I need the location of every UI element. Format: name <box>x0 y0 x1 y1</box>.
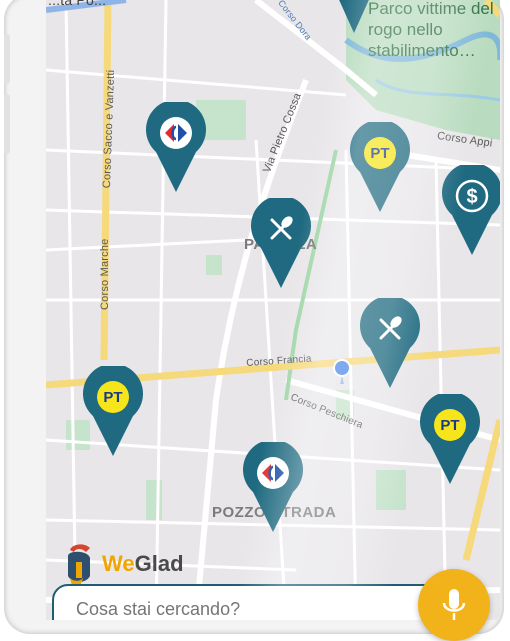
carrefour-icon <box>256 456 290 490</box>
search-bar[interactable] <box>52 584 472 620</box>
dollar-sign: $ <box>466 186 477 208</box>
map-pin-supermarket[interactable] <box>243 442 303 532</box>
brand-name-glad: Glad <box>134 551 184 576</box>
park-area <box>206 255 222 275</box>
pt-icon: PT <box>433 408 467 442</box>
map-pin-partial[interactable] <box>324 0 384 35</box>
street-label: Corso Marche <box>99 238 111 310</box>
app-screen: ...ta Po... Corso Sacco e Vanzetti Corso… <box>46 0 500 620</box>
map-pin-bank[interactable]: $ <box>442 165 500 255</box>
pt-icon: PT <box>363 136 397 170</box>
pt-label: PT <box>364 137 396 169</box>
fork-knife-icon <box>264 212 298 246</box>
phone-frame: ...ta Po... Corso Sacco e Vanzetti Corso… <box>4 0 504 641</box>
brand-name-we: We <box>102 551 135 576</box>
spartan-helmet-icon <box>68 544 90 586</box>
park-area <box>376 470 406 510</box>
park-label: Parco vittime del rogo nello stabiliment… <box>368 0 494 60</box>
map-pin-restaurant[interactable] <box>360 298 420 388</box>
map-pin-post-office[interactable]: PT <box>350 122 410 212</box>
map-pin-post-office[interactable]: PT <box>420 394 480 484</box>
volume-button <box>4 34 10 84</box>
power-button <box>4 94 10 154</box>
fork-knife-icon <box>373 312 407 346</box>
pt-label: PT <box>434 409 466 441</box>
map-pin-restaurant[interactable] <box>251 198 311 288</box>
street-label: ...ta Po... <box>48 0 107 8</box>
carrefour-icon <box>159 116 193 150</box>
search-input[interactable] <box>74 598 378 620</box>
current-location-icon <box>332 358 352 388</box>
pt-icon: PT <box>96 380 130 414</box>
pt-label: PT <box>97 381 129 413</box>
map-pin-supermarket[interactable] <box>146 102 206 192</box>
dollar-icon: $ <box>455 179 489 213</box>
microphone-icon <box>442 589 466 620</box>
mic-button[interactable] <box>418 569 490 641</box>
brand-name: WeGlad <box>102 551 184 577</box>
map-pin-post-office[interactable]: PT <box>83 366 143 456</box>
brand-logo: WeGlad <box>62 540 184 588</box>
